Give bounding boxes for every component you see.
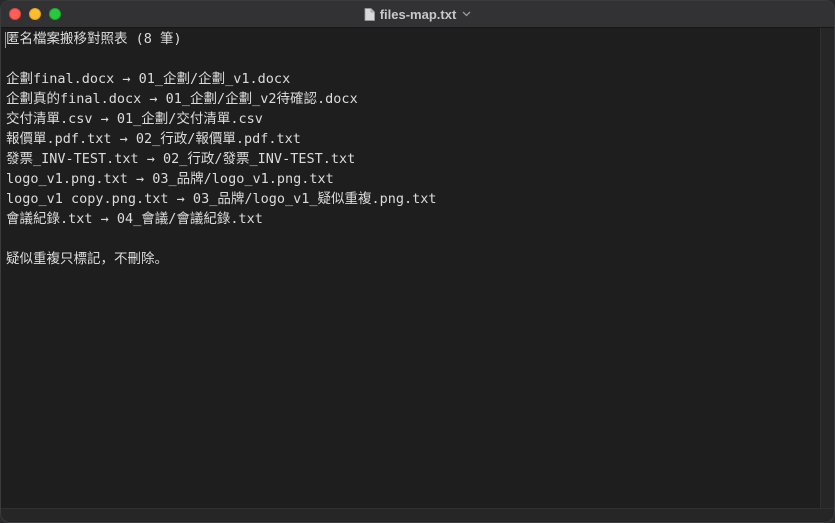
text-line: 疑似重複只標記，不刪除。 (6, 251, 168, 267)
text-line: 企劃真的final.docx → 01_企劃/企劃_v2待確認.docx (6, 91, 358, 107)
text-line: logo_v1.png.txt → 03_品牌/logo_v1.png.txt (6, 171, 334, 187)
text-line (6, 49, 821, 69)
text-line: 企劃final.docx → 01_企劃/企劃_v1.docx (6, 71, 291, 87)
text-line: 會議紀錄.txt → 04_會議/會議紀錄.txt (6, 211, 263, 227)
text-line: 發票_INV-TEST.txt → 02_行政/發票_INV-TEST.txt (6, 151, 356, 167)
chevron-down-icon[interactable] (462, 11, 471, 17)
text-line: 交付清單.csv → 01_企劃/交付清單.csv (6, 111, 263, 127)
text-line: 匿名檔案搬移對照表 (8 筆) (6, 31, 182, 47)
window-title: files-map.txt (379, 6, 457, 22)
text-line: logo_v1 copy.png.txt → 03_品牌/logo_v1_疑似重… (6, 191, 437, 207)
text-line (6, 229, 821, 249)
horizontal-scrollbar[interactable] (1, 508, 834, 522)
vertical-scrollbar[interactable] (820, 28, 834, 508)
text-editor-area[interactable]: 匿名檔案搬移對照表 (8 筆) 企劃final.docx → 01_企劃/企劃_… (1, 28, 821, 508)
title-bar[interactable]: files-map.txt (1, 1, 834, 28)
text-caret (5, 32, 6, 48)
text-line: 報價單.pdf.txt → 02_行政/報價單.pdf.txt (6, 131, 301, 147)
document-icon (364, 7, 375, 21)
window-title-group[interactable]: files-map.txt (1, 1, 834, 27)
text-editor-window: files-map.txt 匿名檔案搬移對照表 (8 筆) 企劃final.do… (0, 0, 835, 523)
